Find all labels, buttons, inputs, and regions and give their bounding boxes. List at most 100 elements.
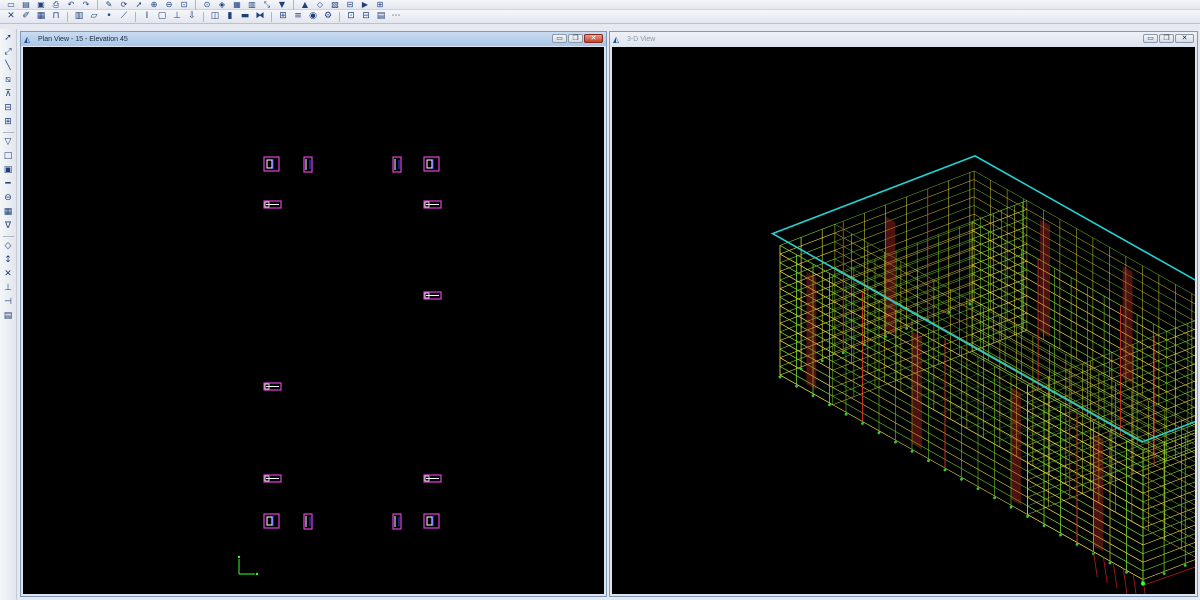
area-icon[interactable]: ▱ (87, 11, 101, 22)
display-icon[interactable]: ◉ (306, 11, 320, 22)
shear-wall-element[interactable] (263, 474, 282, 483)
undo-icon[interactable]: ↶ (64, 0, 78, 9)
draw-opening-icon[interactable]: ━ (2, 178, 15, 190)
shear-wall-element[interactable] (423, 474, 442, 483)
building-wing[interactable] (971, 200, 1195, 462)
plan-view-drawing[interactable] (23, 47, 604, 594)
draw-link-icon[interactable]: ⊖ (2, 192, 15, 204)
refresh-icon[interactable]: ⟳ (117, 0, 131, 9)
assign-icon[interactable]: ≡ (291, 11, 305, 22)
print-icon[interactable]: ⎙ (49, 0, 63, 9)
run-analysis-icon[interactable]: ▶ (358, 0, 372, 9)
design-icon[interactable]: ⚙ (321, 11, 335, 22)
restore-button[interactable]: ❐ (568, 34, 583, 43)
diaphragm-icon[interactable]: ◫ (208, 11, 222, 22)
draw-section-icon[interactable]: ▦ (2, 206, 15, 218)
close-button[interactable]: ✕ (584, 34, 603, 43)
toolbar-separator (135, 11, 136, 22)
shell-icon[interactable]: ▢ (155, 11, 169, 22)
shear-wall-element[interactable] (392, 156, 402, 173)
zoom-previous-icon[interactable]: ⊙ (200, 0, 214, 9)
link-icon[interactable]: ⧓ (253, 11, 267, 22)
shear-wall-element[interactable] (263, 200, 282, 209)
snap-midpoint-icon[interactable]: ↕ (2, 254, 15, 266)
minimize-button[interactable]: ▭ (552, 34, 567, 43)
shear-wall-element[interactable] (423, 156, 440, 172)
group-icon[interactable]: ⊞ (276, 11, 290, 22)
move-up-icon[interactable]: ▲ (298, 0, 312, 9)
move-down-icon[interactable]: ▼ (275, 0, 289, 9)
zoom-out-icon[interactable]: ⊖ (162, 0, 176, 9)
shear-wall-element[interactable] (263, 513, 280, 529)
save-icon[interactable]: ▣ (34, 0, 48, 9)
options-icon[interactable]: ⋯ (389, 11, 403, 22)
restraint-icon[interactable]: ⊥ (170, 11, 184, 22)
close-button[interactable]: ✕ (1175, 34, 1194, 43)
detail-icon[interactable]: ⊡ (344, 11, 358, 22)
edit-icon[interactable]: ✎ (102, 0, 116, 9)
draw-column-icon[interactable]: ⊼ (2, 88, 15, 100)
plan-view-icon[interactable]: ▦ (230, 0, 244, 9)
redo-icon[interactable]: ↷ (79, 0, 93, 9)
view-3d-icon[interactable]: ◈ (215, 0, 229, 9)
load-icon[interactable]: ⇩ (185, 11, 199, 22)
draw-line-icon[interactable]: ╲ (2, 60, 15, 72)
new-icon[interactable]: ▭ (4, 0, 18, 9)
output-icon[interactable]: ⊟ (359, 11, 373, 22)
shear-wall-element[interactable] (263, 382, 282, 391)
shear-wall-element[interactable] (423, 291, 442, 300)
perspective-icon[interactable]: ◇ (313, 0, 327, 9)
shear-wall-element[interactable] (423, 200, 442, 209)
shear-wall-element[interactable] (423, 513, 440, 529)
rubber-band-icon[interactable]: ⤡ (260, 0, 274, 9)
shear-wall-element[interactable] (263, 156, 280, 172)
grid-icon[interactable]: ▦ (34, 11, 48, 22)
elevation-view-icon[interactable]: ▥ (245, 0, 259, 9)
pier-icon[interactable]: ▮ (223, 11, 237, 22)
3d-view-canvas[interactable] (612, 47, 1195, 594)
draw-wall-icon[interactable]: ▣ (2, 164, 15, 176)
3d-view-titlebar[interactable]: ◭ 3-D View ▭ ❐ ✕ (610, 32, 1197, 46)
restore-button[interactable]: ❐ (1159, 34, 1174, 43)
snap-perpendicular-icon[interactable]: ⊥ (2, 282, 15, 294)
frame-icon[interactable]: ⊓ (49, 11, 63, 22)
draw-area-icon[interactable]: ▽ (2, 136, 15, 148)
snap-line-icon[interactable]: ⊣ (2, 296, 15, 308)
section-cut-icon[interactable]: ⊟ (343, 0, 357, 9)
plan-view-canvas[interactable] (23, 47, 604, 594)
open-icon[interactable]: ▤ (19, 0, 33, 9)
plan-view-titlebar[interactable]: ◭ Plan View - 15 - Elevation 45 ▭ ❐ ✕ (21, 32, 606, 46)
plan-view-window[interactable]: ◭ Plan View - 15 - Elevation 45 ▭ ❐ ✕ (20, 31, 607, 597)
select-icon[interactable]: ✕ (4, 11, 18, 22)
draw-dimension-icon[interactable]: ∇ (2, 220, 15, 232)
shear-wall-element[interactable] (392, 513, 402, 530)
draw-icon[interactable]: ✐ (19, 11, 33, 22)
wall-icon[interactable]: ▥ (72, 11, 86, 22)
snap-joint-icon[interactable]: ◇ (2, 240, 15, 252)
brace-icon[interactable]: ⟋ (117, 11, 131, 22)
3d-model-drawing[interactable] (612, 47, 1195, 594)
building-wing[interactable] (1027, 310, 1196, 580)
minimize-button[interactable]: ▭ (1143, 34, 1158, 43)
zoom-window-icon[interactable]: ⊡ (177, 0, 191, 9)
toolbar-separator (293, 0, 294, 10)
section-icon[interactable]: I (140, 11, 154, 22)
table-icon[interactable]: ▤ (374, 11, 388, 22)
draw-secondary-beam-icon[interactable]: ⊞ (2, 116, 15, 128)
shear-wall-element[interactable] (303, 156, 313, 173)
draw-beam-icon[interactable]: ⊟ (2, 102, 15, 114)
snap-grid-icon[interactable]: ▤ (2, 310, 15, 322)
reshape-icon[interactable]: ⤢ (2, 46, 15, 58)
snap-intersection-icon[interactable]: ✕ (2, 268, 15, 280)
zoom-in-icon[interactable]: ⊕ (147, 0, 161, 9)
joint-icon[interactable]: • (102, 11, 116, 22)
spandrel-icon[interactable]: ▬ (238, 11, 252, 22)
pointer-icon[interactable]: ➚ (132, 0, 146, 9)
3d-view-window[interactable]: ◭ 3-D View ▭ ❐ ✕ (609, 31, 1198, 597)
shear-wall-element[interactable] (303, 513, 313, 530)
lock-icon[interactable]: ⊞ (373, 0, 387, 9)
pointer-icon[interactable]: ➚ (2, 32, 15, 44)
draw-brace-icon[interactable]: ⧅ (2, 74, 15, 86)
display-options-icon[interactable]: ▧ (328, 0, 342, 9)
draw-rectangle-icon[interactable]: □ (2, 150, 15, 162)
